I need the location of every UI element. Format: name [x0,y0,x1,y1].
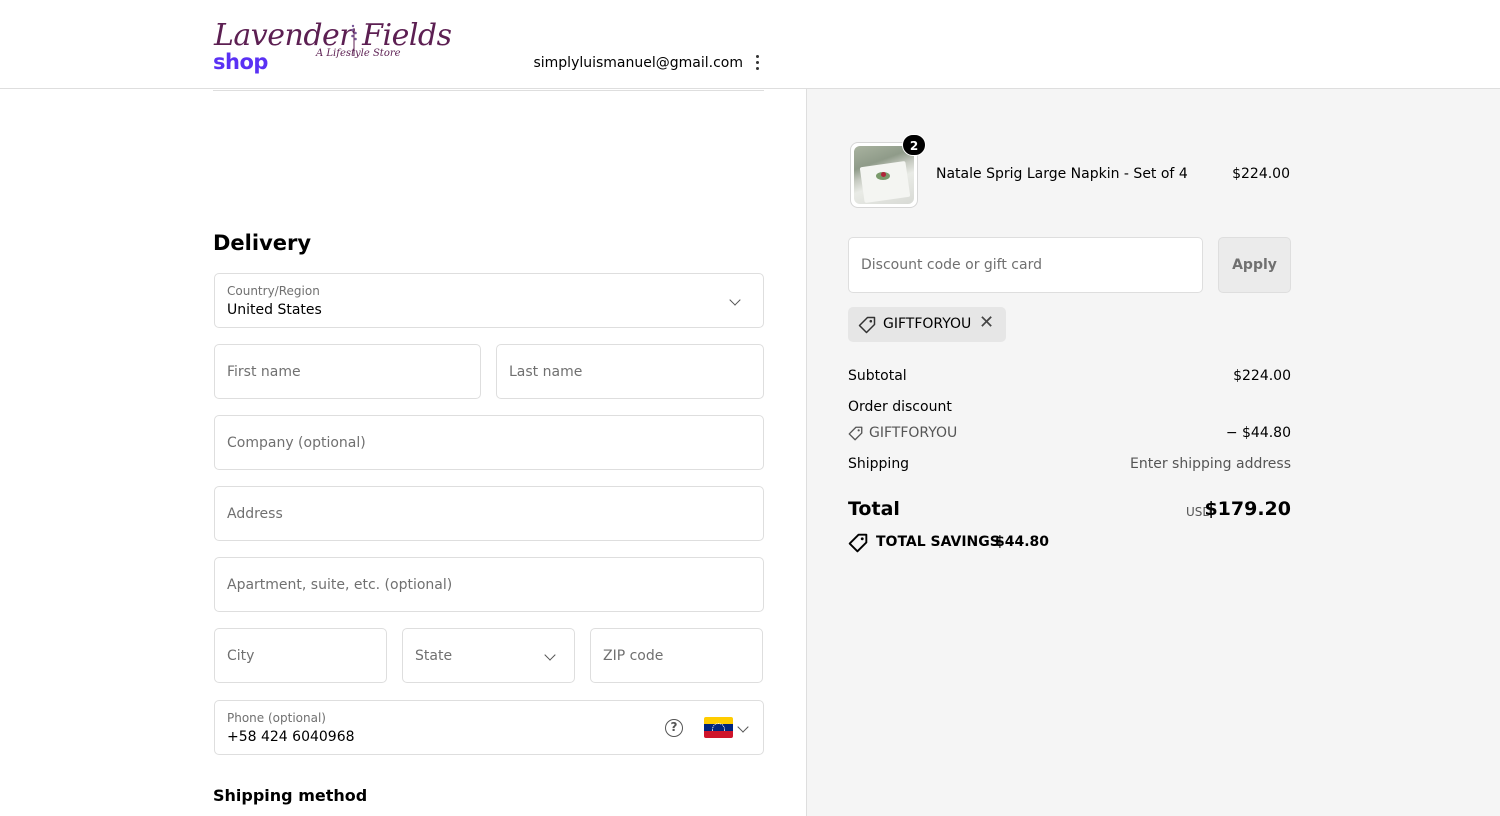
total-value: $179.20 [1204,498,1291,520]
first-name-placeholder: First name [227,364,301,380]
discount-value: − $44.80 [1225,425,1291,441]
order-discount-label: Order discount [848,399,952,415]
chevron-down-icon[interactable] [737,721,749,733]
chevron-down-icon [729,294,741,306]
zip-placeholder: ZIP code [603,648,664,664]
product-price: $224.00 [1232,166,1290,182]
savings-tag-icon [848,533,868,553]
order-discount-row: Order discount [848,399,1291,419]
discount-code-input[interactable]: Discount code or gift card [848,237,1203,293]
phone-input[interactable]: Phone (optional) +58 424 6040968 ? [214,700,764,755]
question-circle-icon[interactable]: ? [665,719,683,737]
apartment-placeholder: Apartment, suite, etc. (optional) [227,577,453,593]
address-placeholder: Address [227,506,283,522]
shipping-method-heading: Shipping method [213,786,368,805]
last-name-placeholder: Last name [509,364,583,380]
shop-account-row: shop simplyluismanuel@gmail.com [213,50,764,91]
discount-code-row: GIFTFORYOU − $44.80 [848,425,1291,445]
venezuela-flag-icon[interactable] [704,717,733,738]
subtotal-value: $224.00 [1233,368,1291,384]
shipping-row: Shipping Enter shipping address [848,456,1291,476]
shipping-value: Enter shipping address [1130,456,1291,472]
state-placeholder: State [415,648,453,664]
discount-placeholder: Discount code or gift card [861,257,1042,273]
shop-pay-logo: shop [213,50,268,74]
total-label: Total [848,498,900,520]
applied-discount-chip: GIFTFORYOU ✕ [848,307,1006,342]
phone-value: +58 424 6040968 [227,729,355,745]
discount-code-label: GIFTFORYOU [869,425,958,441]
apply-discount-button[interactable]: Apply [1218,237,1291,293]
close-icon[interactable]: ✕ [979,313,994,333]
company-placeholder: Company (optional) [227,435,366,451]
country-value: United States [227,302,322,318]
company-input[interactable]: Company (optional) [214,415,764,470]
state-select[interactable]: State [402,628,575,683]
city-placeholder: City [227,648,255,664]
tag-icon [858,316,876,334]
shipping-label: Shipping [848,456,910,472]
country-select[interactable]: Country/Region United States [214,273,764,328]
quantity-badge: 2 [902,134,926,156]
napkin-image [854,146,914,204]
phone-label: Phone (optional) [227,711,326,725]
tag-icon [848,426,863,441]
last-name-input[interactable]: Last name [496,344,764,399]
savings-label: TOTAL SAVINGS [876,534,1000,550]
subtotal-row: Subtotal $224.00 [848,368,1291,388]
chevron-down-icon [544,649,556,661]
account-email: simplyluismanuel@gmail.com [533,55,743,71]
apartment-input[interactable]: Apartment, suite, etc. (optional) [214,557,764,612]
address-input[interactable]: Address [214,486,764,541]
delivery-heading: Delivery [213,231,312,255]
savings-value: $44.80 [995,534,1050,550]
country-label: Country/Region [227,284,320,298]
zip-input[interactable]: ZIP code [590,628,763,683]
first-name-input[interactable]: First name [214,344,481,399]
product-name: Natale Sprig Large Napkin - Set of 4 [936,166,1188,182]
city-input[interactable]: City [214,628,387,683]
kebab-menu-icon[interactable] [754,54,760,72]
subtotal-label: Subtotal [848,368,907,384]
applied-code: GIFTFORYOU [883,316,972,332]
